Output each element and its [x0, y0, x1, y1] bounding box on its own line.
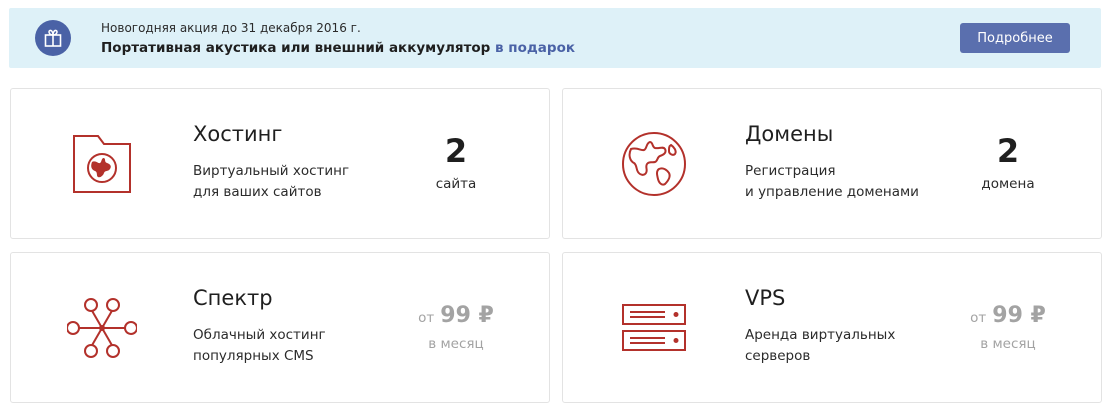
promo-offer-link[interactable]: в подарок — [495, 40, 575, 56]
server-rack-icon — [619, 293, 689, 363]
card-price: от 99 ₽ в месяц — [403, 303, 509, 352]
price-period: в месяц — [428, 336, 484, 352]
card-description-line: популярных CMS — [193, 348, 314, 364]
card-title: Хостинг — [193, 122, 283, 146]
card-title: VPS — [745, 286, 786, 310]
price-from: от — [970, 310, 987, 326]
card-title: Спектр — [193, 286, 273, 310]
card-description: Облачный хостинг популярных CMS — [193, 325, 326, 367]
vps-card[interactable]: VPS Аренда виртуальных серверов от 99 ₽ … — [562, 252, 1102, 403]
domains-card[interactable]: Домены Регистрация и управление доменами… — [562, 88, 1102, 239]
network-nodes-icon — [67, 293, 137, 363]
card-count: 2 домена — [963, 131, 1053, 192]
promo-date-text: Новогодняя акция до 31 декабря 2016 г. — [101, 21, 361, 35]
count-number: 2 — [444, 132, 468, 170]
count-unit: сайта — [435, 176, 477, 192]
card-description-line: Аренда виртуальных — [745, 327, 896, 343]
card-description: Виртуальный хостинг для ваших сайтов — [193, 161, 349, 203]
card-price: от 99 ₽ в месяц — [955, 303, 1061, 352]
hosting-card[interactable]: Хостинг Виртуальный хостинг для ваших са… — [10, 88, 550, 239]
count-unit: домена — [981, 176, 1035, 192]
card-count: 2 сайта — [411, 131, 501, 192]
count-number: 2 — [996, 132, 1020, 170]
price-from: от — [418, 310, 435, 326]
promo-details-button[interactable]: Подробнее — [960, 23, 1070, 53]
promo-offer-main: Портативная акустика или внешний аккумул… — [101, 40, 491, 56]
price-amount: 99 ₽ — [440, 303, 494, 328]
card-description-line: Облачный хостинг — [193, 327, 326, 343]
card-title: Домены — [745, 122, 834, 146]
promo-banner: Новогодняя акция до 31 декабря 2016 г. П… — [9, 8, 1101, 68]
card-description: Регистрация и управление доменами — [745, 161, 919, 203]
card-description-line: Виртуальный хостинг — [193, 163, 350, 179]
promo-offer-text: Портативная акустика или внешний аккумул… — [101, 40, 575, 56]
price-amount: 99 ₽ — [992, 303, 1046, 328]
card-description-line: и управление доменами — [745, 184, 919, 200]
card-description: Аренда виртуальных серверов — [745, 325, 895, 367]
gift-icon — [35, 20, 71, 56]
spectr-card[interactable]: Спектр Облачный хостинг популярных CMS о… — [10, 252, 550, 403]
folder-globe-icon — [67, 129, 137, 199]
price-period: в месяц — [980, 336, 1036, 352]
card-description-line: серверов — [745, 348, 811, 364]
card-description-line: для ваших сайтов — [193, 184, 322, 200]
card-description-line: Регистрация — [745, 163, 836, 179]
globe-icon — [619, 129, 689, 199]
